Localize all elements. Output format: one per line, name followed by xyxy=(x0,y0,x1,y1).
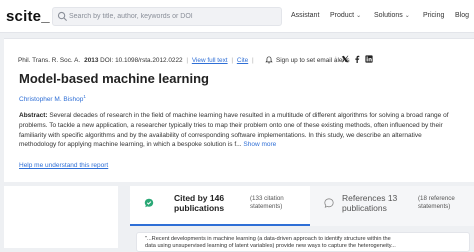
reference-statements-line1: (18 reference xyxy=(418,195,455,202)
citation-statements-count: (133 citation statements) xyxy=(250,195,284,211)
nav-assistant[interactable]: Assistant xyxy=(291,12,319,19)
nav-product-label: Product xyxy=(330,12,355,19)
references-line1: References 13 xyxy=(342,193,398,203)
cite-link[interactable]: Cite xyxy=(237,57,248,64)
publication-year: 2013 xyxy=(84,57,99,64)
divider: | xyxy=(251,57,254,64)
facebook-icon[interactable] xyxy=(353,55,361,63)
citation-statement-snippet[interactable]: "...Recent developments in machine learn… xyxy=(136,232,470,252)
chat-check-icon xyxy=(144,198,154,208)
nav-blog[interactable]: Blog xyxy=(455,12,469,19)
snippet-line2: data using unsupervised learning of late… xyxy=(145,243,396,249)
tab-references[interactable]: References 13 publications (18 reference… xyxy=(310,186,474,226)
twitter-icon[interactable] xyxy=(341,55,349,63)
citation-statements-line1: (133 citation xyxy=(250,195,284,202)
citation-tabs: Cited by 146 publications (133 citation … xyxy=(130,186,474,226)
side-panel xyxy=(4,186,118,248)
paper-title: Model-based machine learning xyxy=(19,71,209,86)
nav-product[interactable]: Product ⌄ xyxy=(330,12,361,19)
cited-by-line2: publications xyxy=(174,203,225,213)
doi: DOI: 10.1098/rsta.2012.0222 xyxy=(100,57,183,64)
share-links: | xyxy=(335,55,373,63)
tab-cited-by[interactable]: Cited by 146 publications (133 citation … xyxy=(130,186,310,226)
nav-solutions[interactable]: Solutions ⌄ xyxy=(374,12,410,19)
abstract: Abstract: Several decades of research in… xyxy=(19,111,459,150)
author-name: Christopher M. Bishop xyxy=(19,96,84,104)
scite-logo[interactable]: scite_ xyxy=(6,8,50,25)
nav-pricing[interactable]: Pricing xyxy=(423,12,444,19)
citation-statements-line2: statements) xyxy=(250,202,283,210)
references-count: References 13 publications xyxy=(342,193,397,213)
view-full-text-link[interactable]: View full text xyxy=(192,57,228,64)
nav-blog-label: Blog xyxy=(455,12,470,19)
cited-by-line1: Cited by 146 xyxy=(174,193,225,203)
references-icon xyxy=(324,198,334,208)
chevron-down-icon: ⌄ xyxy=(404,13,410,19)
top-navigation-bar: scite_ Assistant Product⌄ Solutions⌄ Pri… xyxy=(0,0,474,33)
author-affiliation-number: 1 xyxy=(83,94,86,99)
nav-pricing-label: Pricing xyxy=(423,12,445,19)
reference-statements-count: (18 reference statements) xyxy=(418,195,455,211)
abstract-text: Several decades of research in the field… xyxy=(19,112,449,149)
paper-meta: Phil. Trans. R. Soc. A. 2013 DOI: 10.1098… xyxy=(18,57,256,64)
snippet-line1: "...Recent developments in machine learn… xyxy=(145,236,391,242)
bell-icon xyxy=(265,56,273,64)
reference-statements-line2: statements) xyxy=(418,202,451,210)
journal-name: Phil. Trans. R. Soc. A. xyxy=(18,57,81,64)
search-icon xyxy=(57,11,68,22)
divider: | xyxy=(231,57,234,64)
nav-assistant-label: Assistant xyxy=(291,12,320,19)
divider: | xyxy=(186,57,189,64)
author-link[interactable]: Christopher M. Bishop1 xyxy=(19,94,86,103)
references-line2: publications xyxy=(342,203,387,213)
divider: | xyxy=(335,55,337,63)
search-box[interactable] xyxy=(52,7,282,26)
search-input[interactable] xyxy=(69,8,279,25)
abstract-label: Abstract: xyxy=(19,112,48,119)
help-understand-link[interactable]: Help me understand this report xyxy=(19,162,108,169)
show-more-link[interactable]: Show more xyxy=(243,141,276,148)
linkedin-icon[interactable] xyxy=(365,55,373,63)
cited-by-count: Cited by 146 publications xyxy=(174,193,224,213)
chevron-down-icon: ⌄ xyxy=(356,13,362,19)
nav-solutions-label: Solutions xyxy=(374,12,403,19)
